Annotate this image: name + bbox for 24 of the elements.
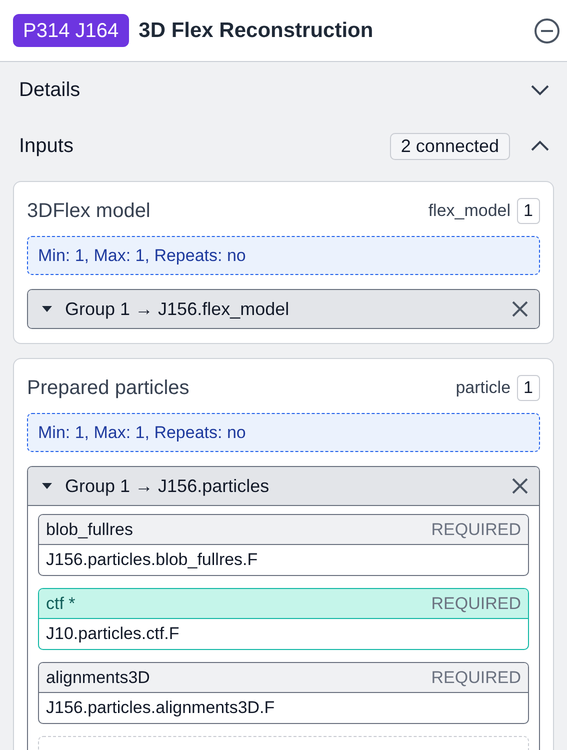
slot-value: J10.particles.ctf.F <box>46 623 180 646</box>
group-label: Group 1 → J156.flex_model <box>65 298 290 321</box>
slot-tag: REQUIRED <box>431 590 521 616</box>
job-badge: P314 J164 <box>13 14 129 47</box>
group-label: Group 1 → J156.particles <box>65 474 270 498</box>
slot-value: J156.particles.blob_fullres.F <box>46 549 258 572</box>
slot-name: alignments3D <box>46 666 151 689</box>
input-type: particle <box>456 377 511 400</box>
slot-value: J156.particles.alignments3D.F <box>46 697 275 720</box>
input-title: Prepared particles <box>27 376 190 401</box>
slot-tag: REQUIRED <box>431 664 521 690</box>
job-title: 3D Flex Reconstruction <box>138 18 374 44</box>
input-count: 1 <box>516 375 540 401</box>
slot-name: blob_fullres <box>46 518 134 541</box>
input-title: 3DFlex model <box>27 199 152 224</box>
input-count: 1 <box>516 198 540 224</box>
group-header[interactable]: Group 1 → J156.flex_model <box>28 290 539 328</box>
group-header[interactable]: Group 1 → J156.particles <box>28 467 539 505</box>
input-type: flex_model <box>428 200 511 222</box>
section-title[interactable]: Details <box>19 75 518 105</box>
slot-name: ctf * <box>46 592 76 615</box>
section-title[interactable]: Inputs <box>19 131 378 161</box>
connected-count: 2 connected <box>390 132 510 160</box>
slot-tag: REQUIRED <box>431 516 521 542</box>
